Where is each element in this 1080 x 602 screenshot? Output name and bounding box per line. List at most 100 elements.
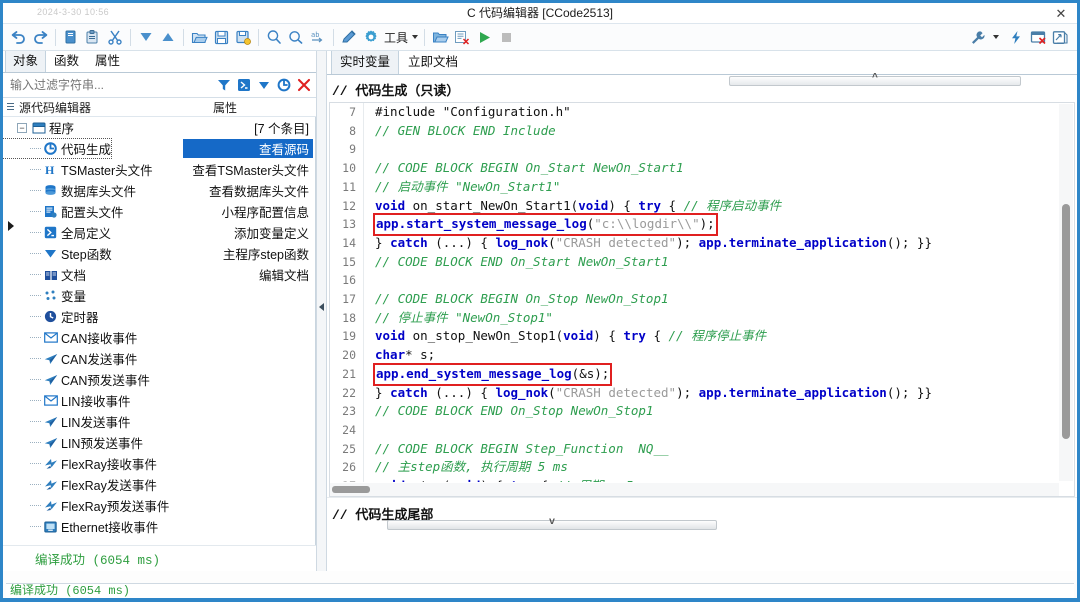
save-as-icon[interactable] [232, 26, 254, 48]
tree-item-label: LIN发送事件 [61, 416, 131, 430]
collapse-top-bar[interactable] [729, 76, 1021, 86]
open-folder-icon[interactable] [188, 26, 210, 48]
gear-icon[interactable] [360, 26, 382, 48]
close-icon[interactable]: ✕ [1053, 6, 1069, 21]
replace-icon[interactable]: ab [307, 26, 329, 48]
code-line[interactable]: 24 [330, 420, 1058, 440]
undo-icon[interactable] [7, 26, 29, 48]
filter-input[interactable] [5, 78, 214, 92]
code-line[interactable]: 19 void on_stop_NewOn_Stop1(void) { try {… [330, 327, 1058, 347]
horizontal-scroll-thumb[interactable] [332, 486, 370, 493]
code-line[interactable]: 25 // CODE BLOCK BEGIN Step_Function NQ__ [330, 439, 1058, 459]
code-line[interactable]: 14} catch (...) { log_nok("CRASH detecte… [330, 233, 1058, 253]
code-line[interactable]: 23 // CODE BLOCK END On_Stop NewOn_Stop1 [330, 402, 1058, 421]
header-icon: H [42, 163, 59, 176]
code-line[interactable]: 10 // CODE BLOCK BEGIN On_Start NewOn_Sta… [330, 159, 1058, 178]
code-line[interactable]: 11 // 启动事件 "NewOn_Start1" [330, 177, 1058, 197]
tree-item-19[interactable]: Ethernet接收事件 [3, 516, 315, 537]
tree-item-6[interactable]: Step函数 主程序step函数 [3, 243, 315, 264]
open-project-icon[interactable] [429, 26, 451, 48]
tab-immediate-doc[interactable]: 立即文档 [399, 47, 467, 74]
chevron-down-icon[interactable] [993, 35, 999, 39]
close-window-icon[interactable] [1027, 26, 1049, 48]
panel-splitter[interactable] [316, 51, 327, 571]
move-up-icon[interactable] [157, 26, 179, 48]
tree-item-11[interactable]: CAN发送事件 [3, 348, 315, 369]
tree-item-13[interactable]: LIN接收事件 [3, 390, 315, 411]
save-icon[interactable] [210, 26, 232, 48]
code-line[interactable]: 21 app.end_system_message_log(&s); [330, 362, 1058, 386]
flash-icon[interactable] [1005, 26, 1027, 48]
clear-icon[interactable] [294, 76, 313, 95]
code-line[interactable]: 9 [330, 140, 1058, 160]
export-icon[interactable] [1049, 26, 1071, 48]
code-editor[interactable]: 7 #include "Configuration.h" 8// GEN BLOCK… [329, 102, 1075, 497]
tree-header-col1: 源代码编辑器 [3, 99, 213, 116]
tree-item-2[interactable]: H TSMaster头文件 查看TSMaster头文件 [3, 159, 315, 180]
wrench-icon[interactable] [967, 26, 989, 48]
tree-item-5[interactable]: 全局定义 添加变量定义 [3, 222, 315, 243]
tree-item-16[interactable]: FlexRay接收事件 [3, 453, 315, 474]
code-token-kw: catch [390, 384, 428, 400]
collapse-left-arrow-icon[interactable] [319, 303, 324, 311]
collapse-bottom-bar[interactable] [387, 520, 717, 530]
chevron-down-icon[interactable] [254, 76, 273, 95]
code-line[interactable]: 8 // GEN BLOCK END Include [330, 121, 1058, 141]
paste-icon[interactable] [82, 26, 104, 48]
move-down-icon[interactable] [135, 26, 157, 48]
object-tree[interactable]: − 程序 [7 个条目] 代码生成 查看源码 H TSMaster头文件 查看TSMaster… [3, 117, 316, 545]
code-line[interactable]: 17 // CODE BLOCK BEGIN On_Stop NewOn_Stop… [330, 290, 1058, 309]
tree-expander-icon[interactable]: − [17, 122, 27, 133]
toolbar-separator [258, 28, 259, 46]
svg-text:H: H [45, 163, 55, 176]
tree-item-18[interactable]: FlexRay预发送事件 [3, 495, 315, 516]
code-token-cmt: // CODE BLOCK BEGIN On_Start NewOn_Start… [375, 160, 684, 176]
tree-item-15[interactable]: LIN预发送事件 [3, 432, 315, 453]
tree-item-4[interactable]: 配置头文件 小程序配置信息 [3, 201, 315, 222]
editor-vertical-scrollbar[interactable] [1059, 104, 1073, 481]
code-lines[interactable]: 7 #include "Configuration.h" 8// GEN BLOCK… [330, 103, 1058, 482]
filter-icon[interactable] [214, 76, 233, 95]
tree-item-12[interactable]: CAN预发送事件 [3, 369, 315, 390]
code-line[interactable]: 13 app.start_system_message_log("c:\\logd… [330, 213, 1058, 236]
code-line[interactable]: 7 #include "Configuration.h" [330, 103, 1058, 122]
copy-icon[interactable] [60, 26, 82, 48]
tree-item-17[interactable]: FlexRay发送事件 [3, 474, 315, 495]
refresh-icon[interactable] [274, 76, 293, 95]
tree-item-name: FlexRay发送事件 [3, 475, 157, 494]
tree-item-9[interactable]: 定时器 [3, 306, 315, 327]
code-token-kw: void [375, 478, 405, 482]
line-number: 11 [330, 177, 364, 197]
redo-icon[interactable] [29, 26, 51, 48]
code-line[interactable]: 12 void on_start_NewOn_Start1(void) { try… [330, 196, 1058, 216]
code-line[interactable]: 16 [330, 271, 1058, 291]
zoom-out-icon[interactable] [285, 26, 307, 48]
tree-item-0[interactable]: − 程序 [7 个条目] [3, 117, 315, 138]
stop-icon[interactable] [495, 26, 517, 48]
script-icon[interactable] [234, 76, 253, 95]
tree-item-7[interactable]: 文档 编辑文档 [3, 264, 315, 285]
tree-item-8[interactable]: 变量 [3, 285, 315, 306]
tools-menu-button[interactable]: 工具 [382, 29, 420, 46]
zoom-in-icon[interactable] [263, 26, 285, 48]
tree-item-name: CAN发送事件 [3, 349, 137, 368]
run-icon[interactable] [473, 26, 495, 48]
code-line[interactable]: 15 // CODE BLOCK END On_Start NewOn_Start… [330, 252, 1058, 272]
database-icon [42, 184, 59, 197]
code-line[interactable]: 22} catch (...) { log_nok("CRASH detecte… [330, 383, 1058, 403]
vertical-scroll-thumb[interactable] [1062, 204, 1070, 439]
edit-pencil-icon[interactable] [338, 26, 360, 48]
code-line[interactable]: 20 char* s; [330, 346, 1058, 365]
tree-item-10[interactable]: CAN接收事件 [3, 327, 315, 348]
tree-item-3[interactable]: 数据库头文件 查看数据库头文件 [3, 180, 315, 201]
tab-realtime-variables[interactable]: 实时变量 [331, 47, 400, 74]
cut-icon[interactable] [104, 26, 126, 48]
tree-item-14[interactable]: LIN发送事件 [3, 411, 315, 432]
code-token-cmt: // 程序停止事件 [668, 328, 767, 344]
code-line[interactable]: 26 // 主step函数, 执行周期 5 ms [330, 458, 1058, 478]
tree-item-1[interactable]: 代码生成 查看源码 [3, 138, 315, 159]
code-line[interactable]: 27void step(void) { try { // 周期 = 5 ms [330, 477, 1058, 482]
editor-horizontal-scrollbar[interactable] [330, 483, 1059, 496]
clear-log-icon[interactable] [451, 26, 473, 48]
code-line[interactable]: 18 // 停止事件 "NewOn_Stop1" [330, 308, 1058, 328]
